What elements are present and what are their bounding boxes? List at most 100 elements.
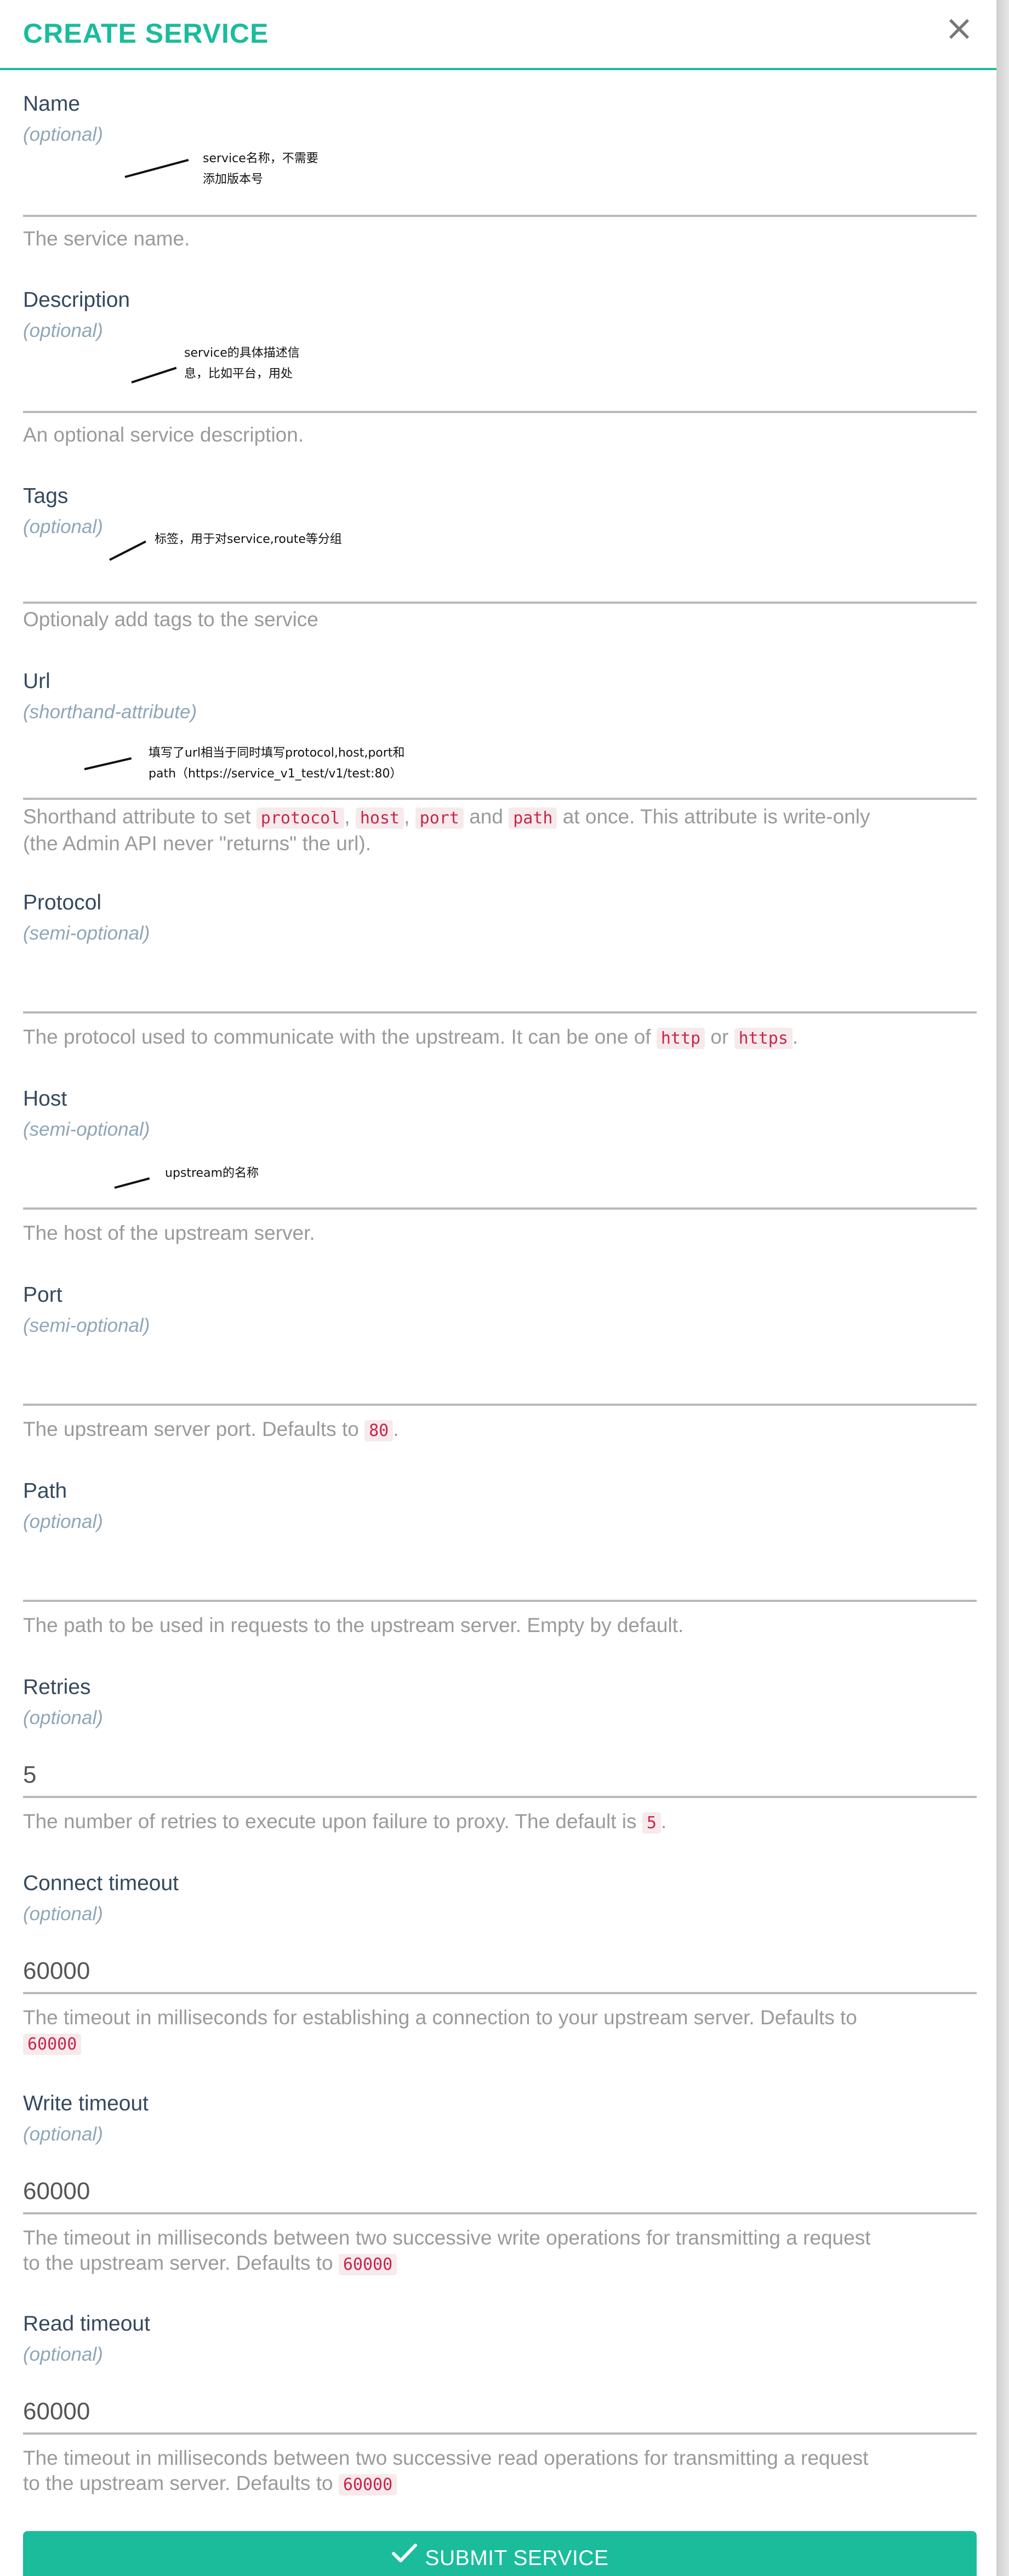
create-service-modal: CREATE SERVICE × Name (optional) service… xyxy=(0,0,996,2576)
field-write-timeout: Write timeout (optional) The timeout in … xyxy=(23,2092,977,2278)
field-hint: (semi-optional) xyxy=(23,923,150,944)
field-read-timeout: Read timeout (optional) The timeout in m… xyxy=(23,2312,977,2498)
field-label: Tags xyxy=(23,484,69,508)
field-hint: (optional) xyxy=(23,1903,103,1925)
field-path: Path (optional) The path to be used in r… xyxy=(23,1479,977,1644)
annotation-text: service名称，不需要 添加版本号 xyxy=(203,148,318,190)
field-help: The timeout in milliseconds between two … xyxy=(23,2446,977,2498)
help-text: to the upstream server. Defaults to xyxy=(23,2252,333,2274)
field-hint: (optional) xyxy=(23,320,103,341)
field-hint: (optional) xyxy=(23,124,103,145)
field-hint: (optional) xyxy=(23,1511,103,1532)
name-input[interactable] xyxy=(23,185,977,217)
host-input[interactable] xyxy=(23,1178,977,1210)
help-separator: or xyxy=(710,1026,729,1048)
code-protocol: protocol xyxy=(256,808,345,829)
field-help: The upstream server port. Defaults to 80… xyxy=(23,1417,977,1444)
field-connect-timeout: Connect timeout (optional) The timeout i… xyxy=(23,1871,977,2058)
annotation-pointer xyxy=(109,540,146,561)
field-tags: Tags (optional) 标签，用于对service,route等分组 O… xyxy=(23,484,977,649)
field-hint: (semi-optional) xyxy=(23,1119,150,1140)
annotation-line-1: 填写了url相当于同时填写protocol,host,port和 xyxy=(149,746,405,760)
write-timeout-input[interactable] xyxy=(23,2174,977,2214)
field-hint: (optional) xyxy=(23,516,103,537)
code-host: host xyxy=(355,808,404,829)
retries-input[interactable] xyxy=(23,1758,977,1798)
field-label: Url xyxy=(23,669,50,693)
help-text: The upstream server port. Defaults to xyxy=(23,1418,359,1440)
code-default-timeout: 60000 xyxy=(23,2034,82,2055)
field-help: The protocol used to communicate with th… xyxy=(23,1024,977,1051)
connect-timeout-input[interactable] xyxy=(23,1954,977,1994)
annotation-line-1: 标签，用于对service,route等分组 xyxy=(155,533,342,546)
field-hint: (optional) xyxy=(23,1707,103,1728)
port-input[interactable] xyxy=(23,1374,977,1406)
field-hint: (shorthand-attribute) xyxy=(23,701,197,723)
help-text: . xyxy=(660,1810,667,1833)
help-text: at once. This attribute is write-only xyxy=(562,805,870,828)
field-label: Retries xyxy=(23,1675,91,1699)
help-text: to the upstream server. Defaults to xyxy=(23,2472,333,2494)
close-icon[interactable]: × xyxy=(943,11,976,46)
check-icon xyxy=(391,2530,418,2576)
field-label: Description xyxy=(23,288,130,312)
description-input[interactable] xyxy=(23,381,977,413)
modal-title: CREATE SERVICE xyxy=(23,18,269,49)
tags-input[interactable] xyxy=(23,572,977,604)
field-help: The service name. xyxy=(23,227,190,250)
code-default-port: 80 xyxy=(364,1420,394,1441)
field-label: Read timeout xyxy=(23,2312,150,2335)
field-hint: (semi-optional) xyxy=(23,1315,150,1336)
field-help: Shorthand attribute to set protocol, hos… xyxy=(23,804,977,856)
annotation-pointer xyxy=(124,159,189,178)
field-description: Description (optional) service的具体描述信 息，比… xyxy=(23,288,977,453)
field-help: The host of the upstream server. xyxy=(23,1222,315,1244)
field-retries: Retries (optional) The number of retries… xyxy=(23,1675,977,1840)
annotation-text: 标签，用于对service,route等分组 xyxy=(155,529,342,550)
code-default-timeout: 60000 xyxy=(338,2254,397,2275)
field-host: Host (semi-optional) upstream的名称 The hos… xyxy=(23,1087,977,1251)
field-label: Host xyxy=(23,1087,67,1110)
code-default-timeout: 60000 xyxy=(338,2474,397,2495)
read-timeout-input[interactable] xyxy=(23,2394,977,2435)
field-label: Name xyxy=(23,92,81,116)
backdrop-edge xyxy=(996,0,1009,2576)
url-input[interactable] xyxy=(23,768,977,800)
help-text: . xyxy=(792,1026,799,1048)
protocol-input[interactable] xyxy=(23,982,977,1014)
annotation-text: service的具体描述信 息，比如平台，用处 xyxy=(184,343,300,385)
help-text: Shorthand attribute to set xyxy=(23,805,251,828)
field-name: Name (optional) service名称，不需要 添加版本号 The … xyxy=(23,92,977,250)
field-url: Url (shorthand-attribute) 填写了url相当于同时填写p… xyxy=(23,669,977,867)
help-text: The timeout in milliseconds between two … xyxy=(23,2447,869,2469)
path-input[interactable] xyxy=(23,1570,977,1602)
code-default-retries: 5 xyxy=(642,1812,661,1834)
field-help: An optional service description. xyxy=(23,423,304,446)
annotation-line-1: service的具体描述信 xyxy=(184,346,300,360)
field-label: Port xyxy=(23,1283,62,1307)
field-protocol: Protocol (semi-optional) The protocol us… xyxy=(23,891,977,1055)
field-help: The timeout in milliseconds for establis… xyxy=(23,2005,977,2057)
help-text: The number of retries to execute upon fa… xyxy=(23,1810,637,1833)
field-port: Port (semi-optional) The upstream server… xyxy=(23,1283,977,1447)
modal-header: CREATE SERVICE × xyxy=(0,0,996,70)
annotation-line-1: service名称，不需要 xyxy=(203,152,318,165)
field-hint: (optional) xyxy=(23,2344,103,2365)
field-help: The path to be used in requests to the u… xyxy=(23,1614,684,1636)
help-text: (the Admin API never "returns" the url). xyxy=(23,832,371,855)
help-separator: , xyxy=(404,805,410,828)
field-label: Path xyxy=(23,1479,67,1503)
field-help: Optionaly add tags to the service xyxy=(23,608,318,631)
submit-label: SUBMIT SERVICE xyxy=(425,2546,609,2570)
help-text: The timeout in milliseconds between two … xyxy=(23,2226,871,2249)
help-text: The timeout in milliseconds for establis… xyxy=(23,2006,857,2029)
field-help: The timeout in milliseconds between two … xyxy=(23,2225,977,2277)
submit-service-button[interactable]: SUBMIT SERVICE xyxy=(23,2531,977,2576)
field-help: The number of retries to execute upon fa… xyxy=(23,1809,977,1836)
code-path: path xyxy=(509,808,557,829)
help-text: The protocol used to communicate with th… xyxy=(23,1026,651,1048)
field-label: Connect timeout xyxy=(23,1871,179,1895)
help-text: . xyxy=(393,1418,399,1440)
field-label: Protocol xyxy=(23,891,102,914)
help-separator: and xyxy=(469,805,503,828)
